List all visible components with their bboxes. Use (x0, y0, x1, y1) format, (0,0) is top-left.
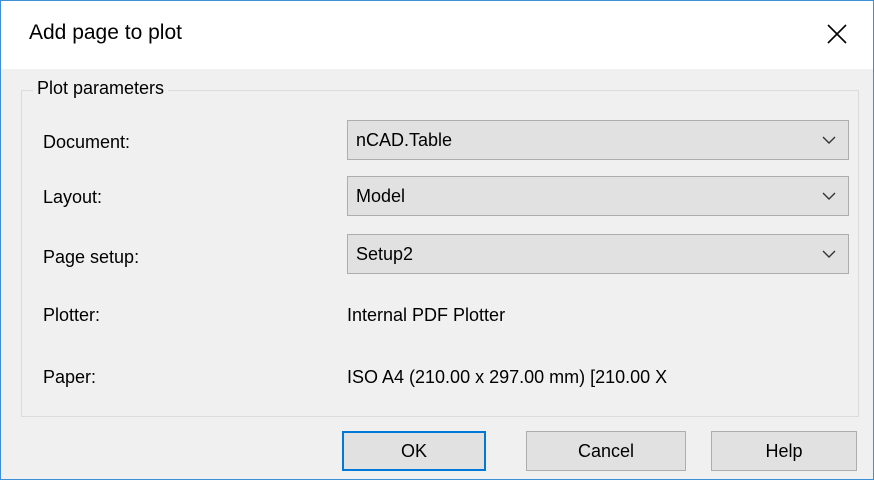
layout-select-value: Model (356, 186, 406, 206)
layout-select[interactable]: Model (347, 176, 849, 216)
document-label: Document: (43, 132, 131, 152)
paper-label: Paper: (43, 367, 97, 387)
page-setup-select[interactable]: Setup2 (347, 234, 849, 274)
close-button[interactable] (807, 9, 867, 59)
document-select[interactable]: nCAD.Table (347, 120, 849, 160)
add-page-dialog: Add page to plot Plot parameters Documen… (0, 0, 874, 480)
page-setup-label: Page setup: (43, 247, 140, 267)
cancel-button[interactable]: Cancel (526, 431, 686, 471)
chevron-down-icon (822, 192, 836, 200)
title-bar: Add page to plot (1, 1, 873, 69)
chevron-down-icon (822, 250, 836, 258)
document-select-value: nCAD.Table (356, 130, 453, 150)
group-legend: Plot parameters (33, 78, 169, 99)
page-setup-select-value: Setup2 (356, 244, 414, 264)
chevron-down-icon (822, 136, 836, 144)
layout-label: Layout: (43, 187, 103, 207)
paper-value: ISO A4 (210.00 x 297.00 mm) [210.00 X (347, 367, 668, 387)
plotter-label: Plotter: (43, 305, 101, 325)
help-button[interactable]: Help (711, 431, 857, 471)
close-icon (827, 24, 847, 44)
ok-button[interactable]: OK (342, 431, 486, 471)
dialog-title: Add page to plot (29, 21, 182, 44)
plotter-value: Internal PDF Plotter (347, 305, 506, 325)
